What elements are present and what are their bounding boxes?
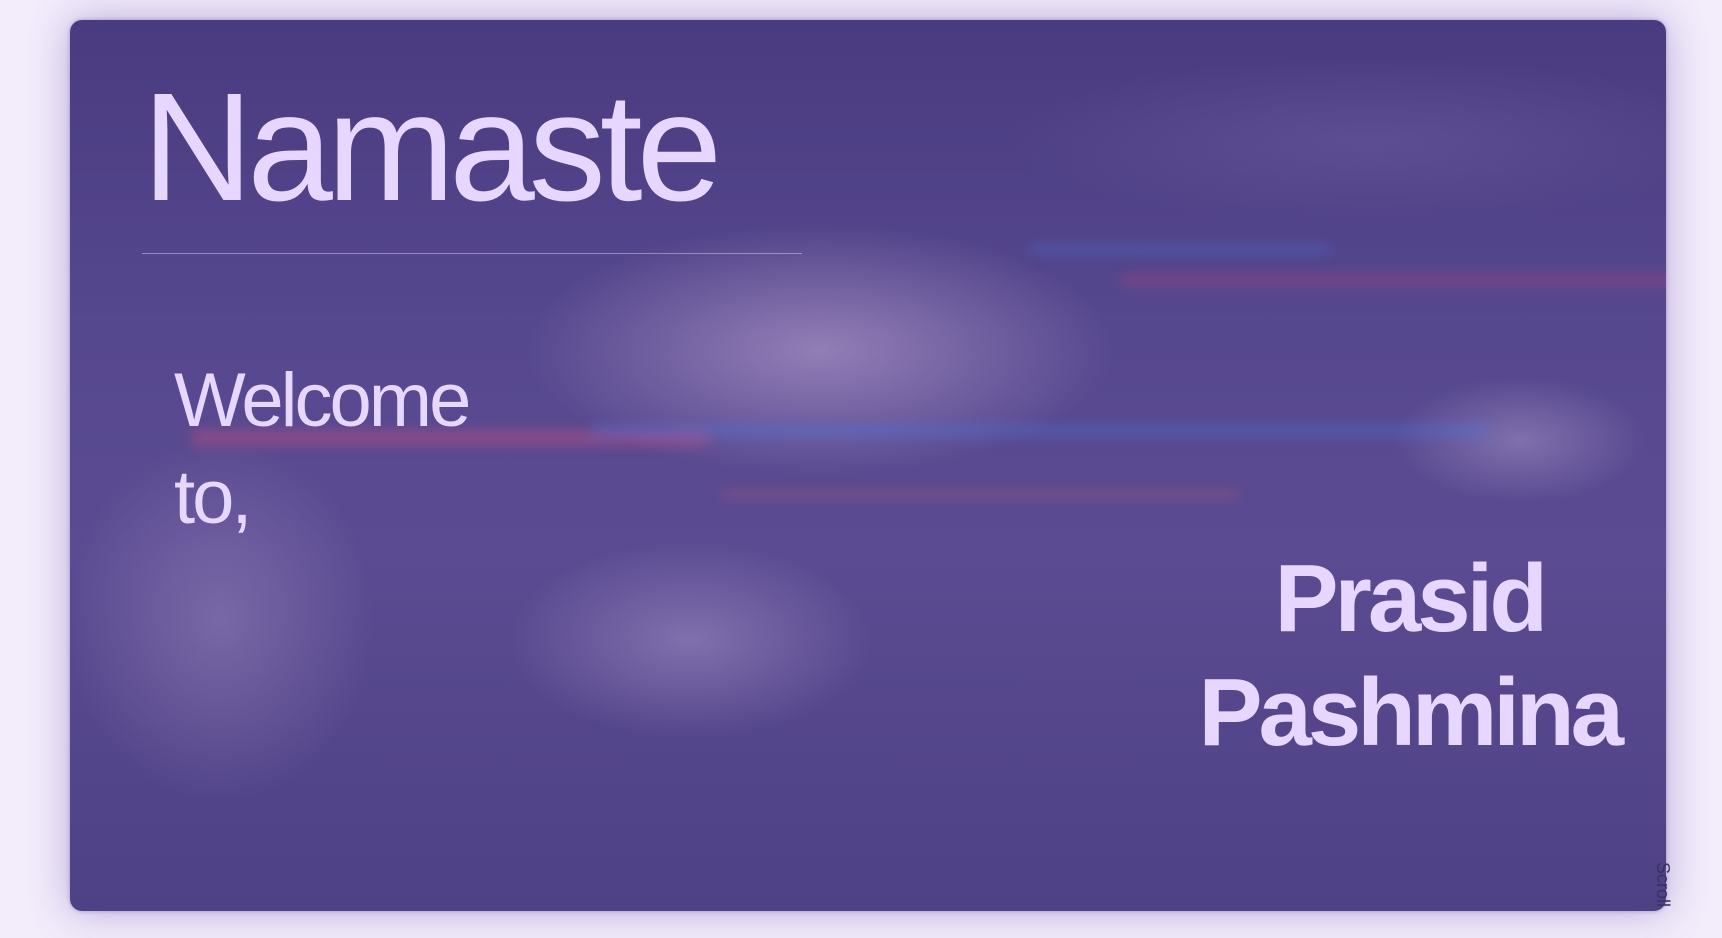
scroll-indicator[interactable]: Scroll (1652, 862, 1673, 907)
hero-banner: Namaste Welcome to, Prasid Pashmina (70, 20, 1666, 911)
title-divider (142, 253, 802, 254)
welcome-line: to, (174, 455, 253, 540)
welcome-line: Welcome (174, 358, 471, 443)
welcome-text: Welcome to, (174, 352, 471, 546)
background-streak (590, 425, 1490, 437)
hero-title: Namaste (142, 61, 722, 233)
background-streak (720, 490, 1240, 498)
background-streak (1030, 245, 1330, 254)
brand-name: Prasid Pashmina (1198, 542, 1624, 770)
background-streak (1120, 275, 1666, 285)
brand-name-line: Prasid (1274, 545, 1548, 652)
brand-name-line: Pashmina (1198, 659, 1624, 766)
